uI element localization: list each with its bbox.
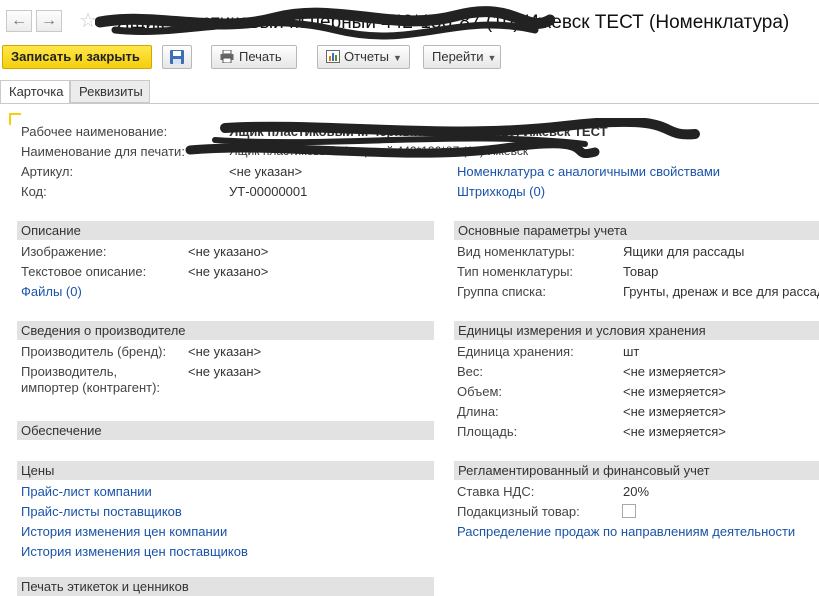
print-button[interactable]: Печать bbox=[211, 45, 297, 69]
producer-label-line2: импортер (контрагент): bbox=[21, 380, 161, 395]
excise-checkbox[interactable] bbox=[622, 504, 636, 518]
group-units-header[interactable]: Единицы измерения и условия хранения bbox=[454, 321, 819, 340]
image-value[interactable]: <не указано> bbox=[188, 244, 268, 259]
producer-label-line1: Производитель, bbox=[21, 364, 118, 379]
group-prices-header[interactable]: Цены bbox=[17, 461, 434, 480]
print-name-label: Наименование для печати: bbox=[21, 144, 185, 159]
window-title: Ящик пластиковый М черный 442*186*87 (10… bbox=[116, 12, 790, 33]
chevron-down-icon: ▼ bbox=[392, 53, 402, 63]
area-value[interactable]: <не измеряется> bbox=[623, 424, 726, 439]
arrow-left-icon: ← bbox=[11, 12, 27, 29]
forward-button[interactable]: → bbox=[36, 10, 62, 32]
kind-label: Вид номенклатуры: bbox=[457, 244, 575, 259]
group-label: Группа списка: bbox=[457, 284, 546, 299]
excise-label: Подакцизный товар: bbox=[457, 504, 580, 519]
report-icon bbox=[326, 50, 340, 63]
article-value[interactable]: <не указан> bbox=[229, 164, 302, 179]
length-value[interactable]: <не измеряется> bbox=[623, 404, 726, 419]
text-description-value[interactable]: <не указано> bbox=[188, 264, 268, 279]
group-accounting-header[interactable]: Основные параметры учета bbox=[454, 221, 819, 240]
code-value[interactable]: УТ-00000001 bbox=[229, 184, 307, 199]
supplier-price-history-link[interactable]: История изменения цен поставщиков bbox=[21, 544, 248, 559]
barcodes-link[interactable]: Штрихкоды (0) bbox=[457, 184, 545, 199]
reports-label: Отчеты bbox=[344, 49, 389, 64]
group-labels-header[interactable]: Печать этикеток и ценников bbox=[17, 577, 434, 596]
print-label: Печать bbox=[239, 49, 282, 64]
brand-label: Производитель (бренд): bbox=[21, 344, 167, 359]
work-name-value[interactable]: Ящик пластиковый М черный 442*186*87 (10… bbox=[229, 124, 608, 139]
group-manufacturer-header[interactable]: Сведения о производителе bbox=[17, 321, 434, 340]
code-label: Код: bbox=[21, 184, 47, 199]
producer-value[interactable]: <не указан> bbox=[188, 364, 261, 379]
back-button[interactable]: ← bbox=[6, 10, 32, 32]
reports-button[interactable]: Отчеты ▼ bbox=[317, 45, 410, 69]
kind-value[interactable]: Ящики для рассады bbox=[623, 244, 744, 259]
chevron-down-icon: ▼ bbox=[487, 53, 497, 63]
files-link[interactable]: Файлы (0) bbox=[21, 284, 82, 299]
goto-button[interactable]: Перейти ▼ bbox=[423, 45, 501, 69]
vat-label: Ставка НДС: bbox=[457, 484, 535, 499]
sales-distribution-link[interactable]: Распределение продаж по направлениям дея… bbox=[457, 524, 795, 539]
similar-properties-link[interactable]: Номенклатура с аналогичными свойствами bbox=[457, 164, 720, 179]
printer-icon bbox=[220, 49, 234, 64]
work-name-label: Рабочее наименование: bbox=[21, 124, 168, 139]
print-name-value[interactable]: Ящик пластиковый М черный 442*186*87 (10… bbox=[229, 144, 528, 158]
area-label: Площадь: bbox=[457, 424, 518, 439]
vat-value[interactable]: 20% bbox=[623, 484, 649, 499]
company-price-list-link[interactable]: Прайс-лист компании bbox=[21, 484, 152, 499]
arrow-right-icon: → bbox=[41, 12, 57, 29]
length-label: Длина: bbox=[457, 404, 499, 419]
supplier-price-lists-link[interactable]: Прайс-листы поставщиков bbox=[21, 504, 182, 519]
group-supply-header[interactable]: Обеспечение bbox=[17, 421, 434, 440]
floppy-disk-icon bbox=[170, 50, 184, 64]
group-description-header[interactable]: Описание bbox=[17, 221, 434, 240]
weight-label: Вес: bbox=[457, 364, 484, 379]
text-description-label: Текстовое описание: bbox=[21, 264, 147, 279]
type-value[interactable]: Товар bbox=[623, 264, 658, 279]
save-and-close-button[interactable]: Записать и закрыть bbox=[2, 45, 152, 69]
weight-value[interactable]: <не измеряется> bbox=[623, 364, 726, 379]
goto-label: Перейти bbox=[432, 49, 484, 64]
group-value[interactable]: Грунты, дренаж и все для рассады bbox=[623, 284, 819, 299]
tabs-divider bbox=[0, 103, 819, 104]
brand-value[interactable]: <не указан> bbox=[188, 344, 261, 359]
unit-value[interactable]: шт bbox=[623, 344, 639, 359]
volume-value[interactable]: <не измеряется> bbox=[623, 384, 726, 399]
group-regulated-header[interactable]: Регламентированный и финансовый учет bbox=[454, 461, 819, 480]
focus-corner-marker bbox=[9, 113, 21, 125]
unit-label: Единица хранения: bbox=[457, 344, 574, 359]
type-label: Тип номенклатуры: bbox=[457, 264, 574, 279]
article-label: Артикул: bbox=[21, 164, 74, 179]
image-label: Изображение: bbox=[21, 244, 107, 259]
company-price-history-link[interactable]: История изменения цен компании bbox=[21, 524, 227, 539]
tab-requisites[interactable]: Реквизиты bbox=[70, 80, 150, 103]
tab-card[interactable]: Карточка bbox=[0, 80, 70, 104]
save-button[interactable] bbox=[162, 45, 192, 69]
volume-label: Объем: bbox=[457, 384, 503, 399]
favorite-star-icon[interactable]: ☆ bbox=[79, 8, 97, 33]
